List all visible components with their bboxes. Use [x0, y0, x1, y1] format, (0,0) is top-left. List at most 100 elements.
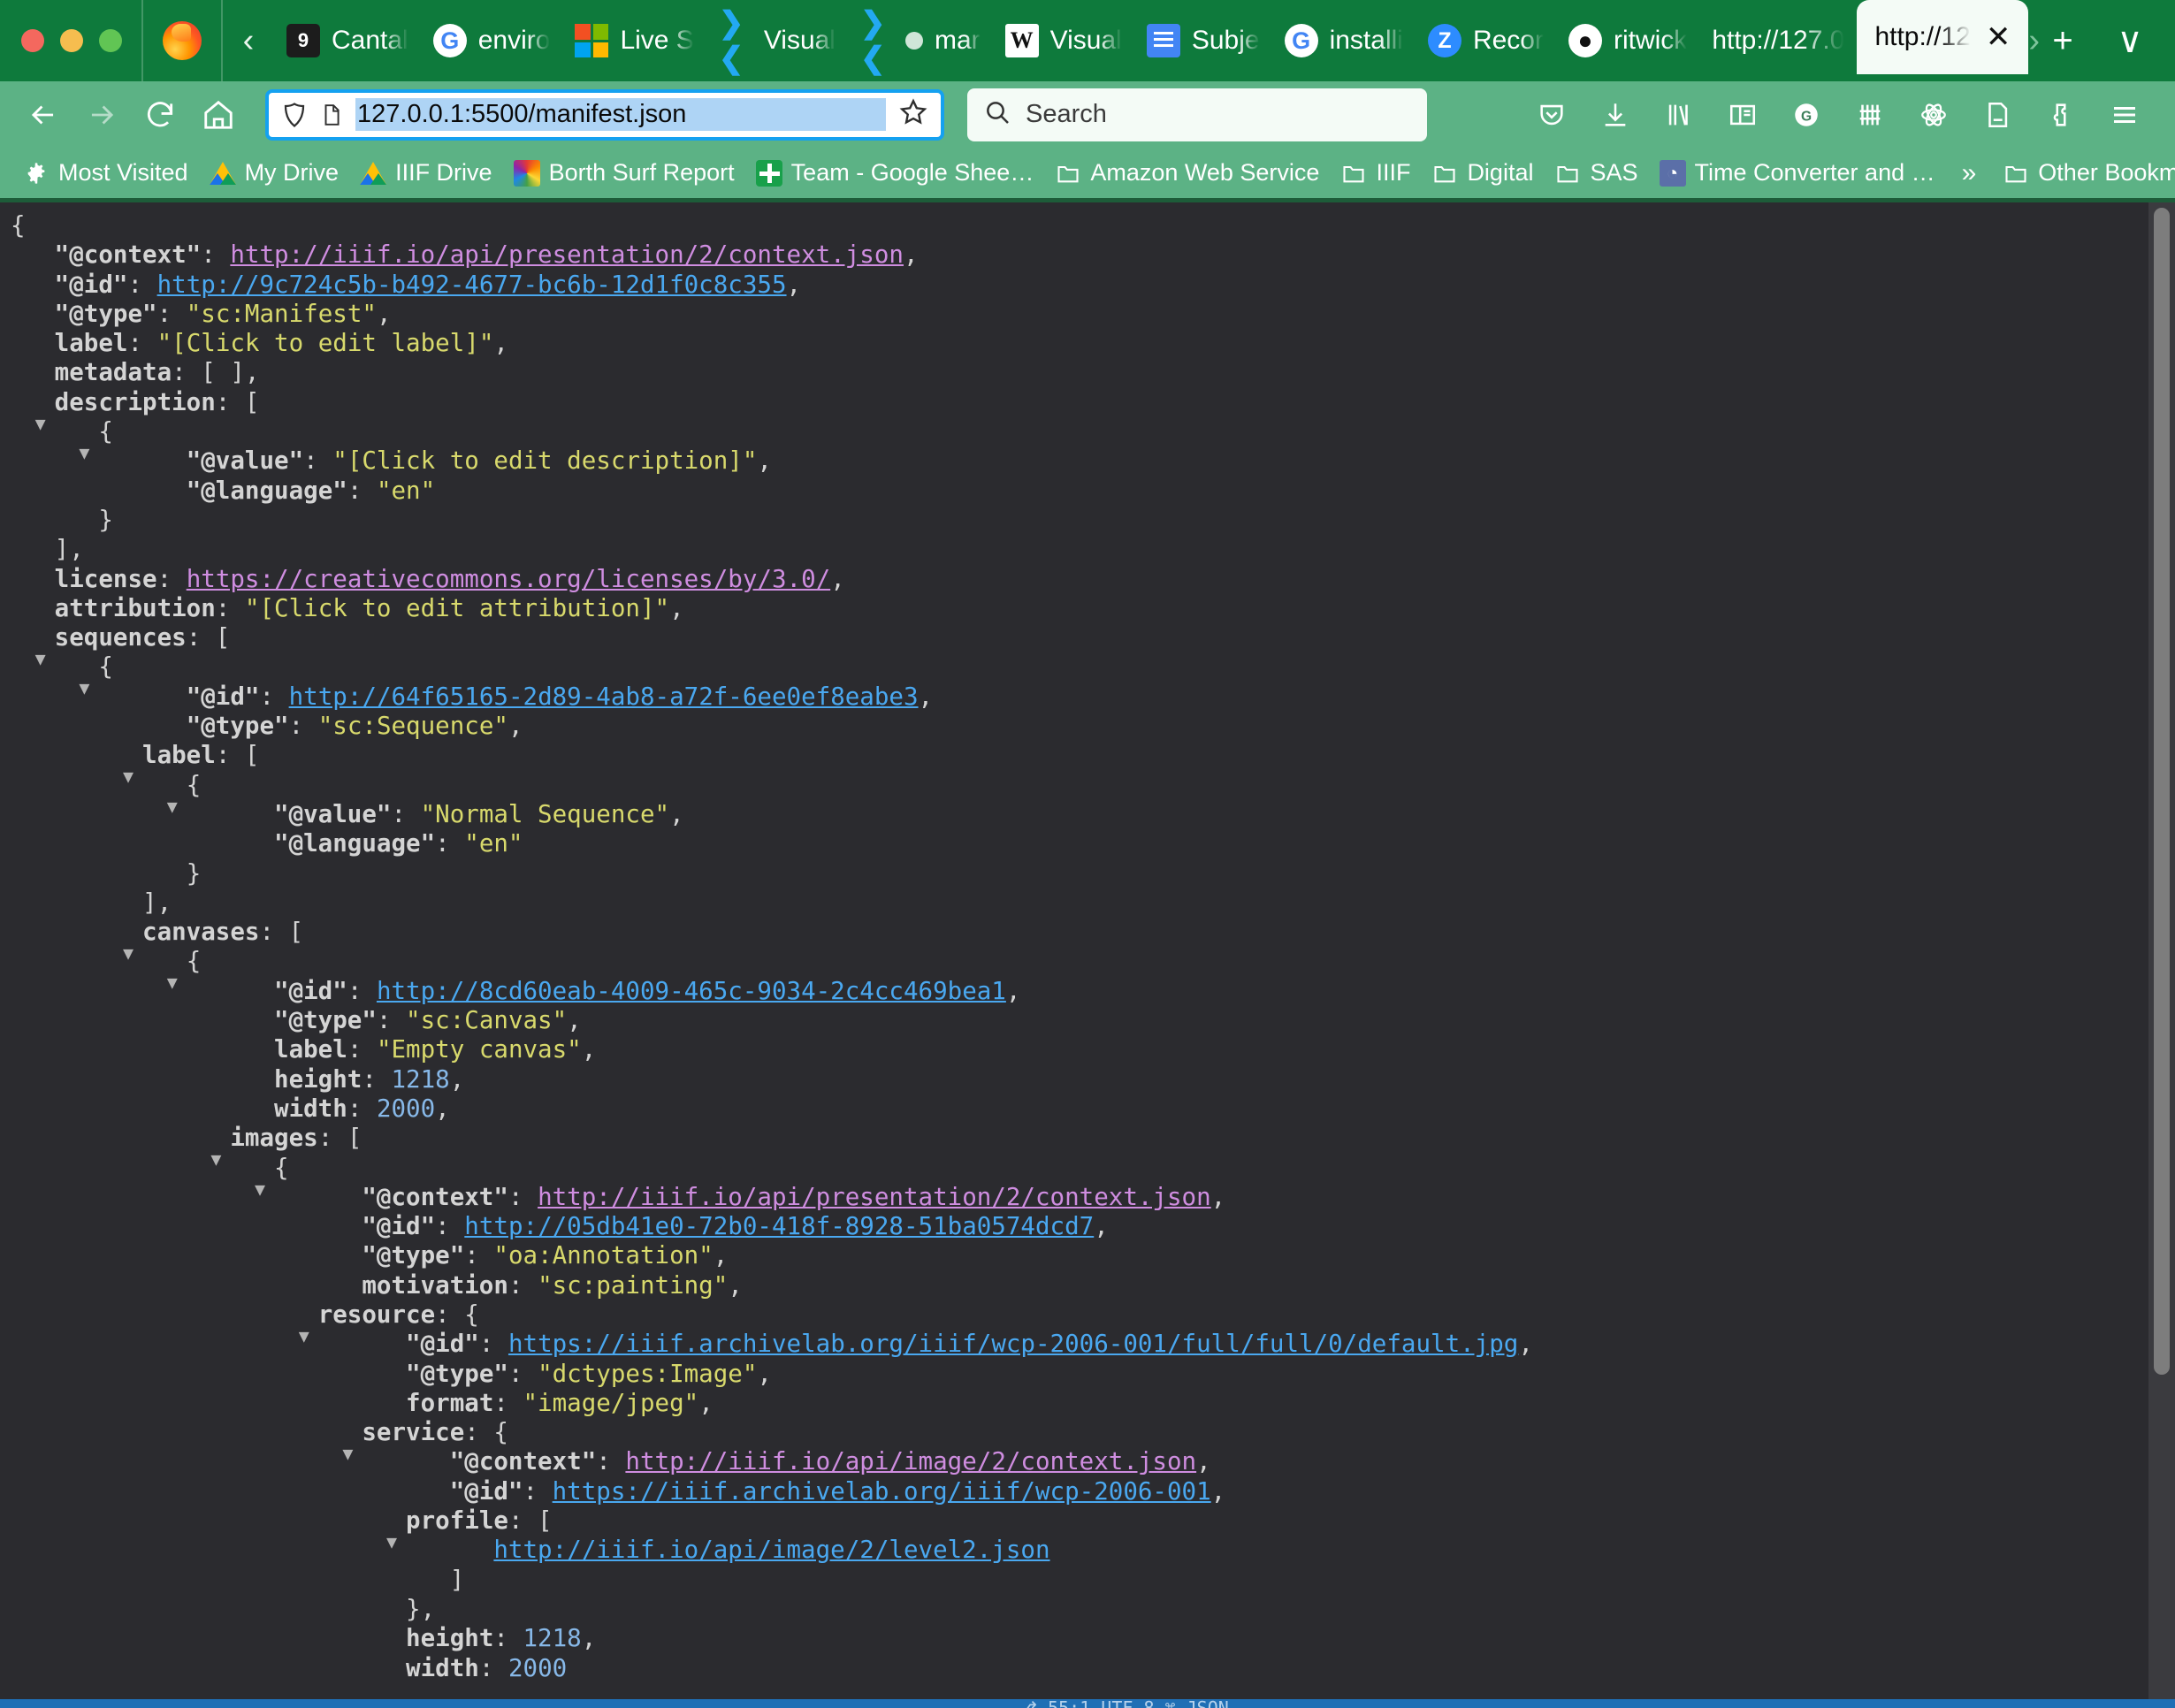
- tab-scroll-left-icon[interactable]: ‹: [223, 0, 274, 81]
- browser-tab-active[interactable]: http://12 ✕: [1857, 0, 2029, 74]
- browser-tab[interactable]: ❯❮ mar: [848, 0, 993, 81]
- close-icon[interactable]: ✕: [1986, 22, 2011, 52]
- json-link[interactable]: http://64f65165-2d89-4ab8-a72f-6ee0ef8ea…: [289, 682, 919, 711]
- json-key: "@id": [186, 682, 260, 711]
- extension-icon[interactable]: [2030, 88, 2092, 142]
- list-all-tabs-icon[interactable]: ∨: [2099, 10, 2161, 72]
- sidebar-icon[interactable]: [1712, 88, 1774, 142]
- bookmark-item-digital[interactable]: Digital: [1421, 149, 1544, 197]
- json-line: format: "image/jpeg",: [11, 1389, 2175, 1418]
- bookmark-item-sas[interactable]: SAS: [1544, 149, 1648, 197]
- json-line: "@id": http://05db41e0-72b0-418f-8928-51…: [11, 1212, 2175, 1241]
- json-line: }: [11, 506, 2175, 535]
- browser-tab[interactable]: Live S: [562, 0, 706, 81]
- json-link[interactable]: http://iiif.io/api/presentation/2/contex…: [538, 1183, 1211, 1211]
- bookmark-item-amazon-web-service[interactable]: Amazon Web Service: [1044, 149, 1330, 197]
- forward-arrow-icon[interactable]: [74, 88, 129, 142]
- browser-tab[interactable]: 9 Cantal: [274, 0, 421, 81]
- json-link[interactable]: http://iiif.io/api/image/2/level2.json: [493, 1536, 1049, 1564]
- background-status-bar: ⎇ 55:1 UTF-8 ⌘ JSON: [0, 1697, 2175, 1708]
- bookmarks-overflow-icon[interactable]: »: [1946, 158, 1993, 188]
- bookmark-item-other-bookmarks[interactable]: Other Bookmarks: [1992, 149, 2175, 197]
- json-key: "@context": [54, 240, 202, 270]
- reader-icon[interactable]: [1966, 88, 2028, 142]
- json-content[interactable]: { "@context": http://iiif.io/api/present…: [11, 211, 2175, 1683]
- json-link[interactable]: http://iiif.io/api/presentation/2/contex…: [230, 240, 904, 269]
- bookmark-item-my-drive[interactable]: My Drive: [199, 149, 350, 197]
- json-punctuation: ,: [508, 712, 523, 741]
- bookmark-item-borth-surf-report[interactable]: Borth Surf Report: [503, 149, 745, 197]
- json-punctuation: ,: [698, 1388, 714, 1417]
- json-line: ],: [11, 888, 2175, 918]
- grammarly-icon[interactable]: G: [1775, 88, 1837, 142]
- json-link[interactable]: http://8cd60eab-4009-465c-9034-2c4cc469b…: [377, 977, 1006, 1005]
- tab-label: Visual: [1049, 26, 1122, 55]
- json-line: "@value": "[Click to edit description]",: [11, 446, 2175, 476]
- json-link[interactable]: https://iiif.archivelab.org/iiif/wcp-200…: [553, 1477, 1211, 1506]
- bookmark-item-iiif-drive[interactable]: IIIF Drive: [349, 149, 503, 197]
- pocket-icon[interactable]: [1521, 88, 1583, 142]
- search-bar[interactable]: Search: [967, 88, 1427, 141]
- json-key: "@type": [186, 712, 289, 741]
- bookmark-item-most-visited[interactable]: Most Visited: [12, 149, 199, 197]
- json-link[interactable]: http://iiif.io/api/image/2/context.json: [625, 1447, 1196, 1475]
- json-link[interactable]: http://05db41e0-72b0-418f-8928-51ba0574d…: [464, 1212, 1094, 1240]
- json-punctuation: ,: [669, 799, 684, 828]
- json-punctuation: ,: [493, 329, 508, 358]
- json-line: "@id": http://64f65165-2d89-4ab8-a72f-6e…: [11, 682, 2175, 712]
- json-link[interactable]: http://9c724c5b-b492-4677-bc6b-12d1f0c8c…: [157, 271, 787, 299]
- browser-tab[interactable]: Subje: [1134, 0, 1272, 81]
- react-devtools-icon[interactable]: [1903, 88, 1965, 142]
- browser-tab[interactable]: G enviro: [421, 0, 563, 81]
- search-input[interactable]: Search: [1026, 100, 1107, 129]
- json-punctuation: ,: [1210, 1182, 1226, 1211]
- json-link[interactable]: https://iiif.archivelab.org/iiif/wcp-200…: [508, 1330, 1518, 1358]
- back-arrow-icon[interactable]: [16, 88, 71, 142]
- fence-icon[interactable]: [1839, 88, 1901, 142]
- window-maximize-button[interactable]: [99, 29, 122, 52]
- page-icon[interactable]: [320, 101, 343, 129]
- json-punctuation: ,: [435, 1094, 450, 1123]
- browser-tab[interactable]: ● ritwick: [1556, 0, 1699, 81]
- star-icon[interactable]: [898, 97, 928, 132]
- library-icon[interactable]: [1648, 88, 1710, 142]
- bookmark-item-iiif[interactable]: IIIF: [1330, 149, 1421, 197]
- url-input[interactable]: 127.0.0.1:5500/manifest.json: [355, 98, 886, 131]
- json-line: {: [11, 211, 2175, 240]
- url-bar[interactable]: 127.0.0.1:5500/manifest.json: [265, 88, 944, 141]
- browser-tab[interactable]: W Visual: [993, 0, 1134, 81]
- bookmark-item-time-converter[interactable]: ◔ Time Converter and …: [1649, 149, 1946, 197]
- json-punctuation: ,: [757, 1359, 772, 1388]
- json-punctuation: :: [391, 799, 421, 828]
- bookmark-item-team-google-sheets[interactable]: Team - Google Shee…: [745, 149, 1045, 197]
- json-key: metadata: [54, 358, 172, 387]
- scrollbar-thumb[interactable]: [2154, 208, 2170, 1375]
- window-close-button[interactable]: [21, 29, 44, 52]
- browser-tab[interactable]: G installi: [1272, 0, 1416, 81]
- json-line: images: [: [11, 1124, 2175, 1174]
- browser-tab[interactable]: Z Recor: [1416, 0, 1556, 81]
- window-minimize-button[interactable]: [60, 29, 83, 52]
- json-line: profile: [: [11, 1506, 2175, 1557]
- json-punctuation: ,: [581, 1035, 597, 1064]
- shield-icon[interactable]: [281, 101, 308, 129]
- new-tab-button[interactable]: +: [2032, 10, 2094, 72]
- json-viewer: { "@context": http://iiif.io/api/present…: [0, 202, 2175, 1708]
- vertical-scrollbar[interactable]: [2148, 202, 2175, 1708]
- json-punctuation: {: [186, 947, 202, 976]
- bookmark-label: Amazon Web Service: [1090, 159, 1320, 186]
- browser-tab[interactable]: ❯❮ Visual: [706, 0, 848, 81]
- firefox-logo-icon[interactable]: [141, 0, 223, 81]
- hamburger-menu-icon[interactable]: [2094, 88, 2156, 142]
- json-punctuation: : {: [435, 1300, 479, 1329]
- browser-tab[interactable]: http://127.0: [1699, 0, 1857, 81]
- json-punctuation: :: [156, 299, 187, 328]
- json-key: width: [274, 1094, 347, 1123]
- json-link[interactable]: https://creativecommons.org/licenses/by/…: [187, 565, 830, 593]
- reload-icon[interactable]: [133, 88, 187, 142]
- json-punctuation: ,: [567, 1006, 582, 1035]
- folder-icon: [1431, 160, 1458, 187]
- json-line: "@context": http://iiif.io/api/presentat…: [11, 240, 2175, 270]
- downloads-icon[interactable]: [1584, 88, 1646, 142]
- home-icon[interactable]: [191, 88, 246, 142]
